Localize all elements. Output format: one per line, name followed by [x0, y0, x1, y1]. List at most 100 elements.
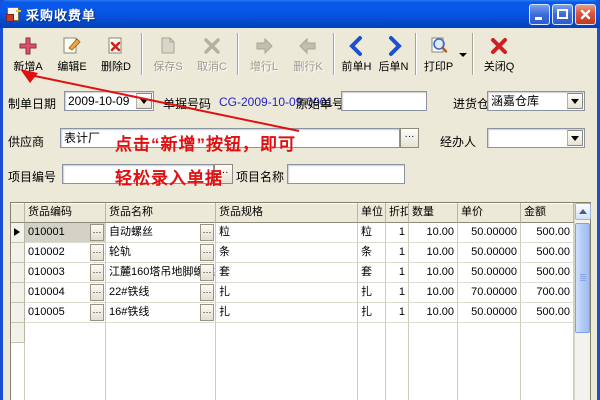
- close-button[interactable]: [575, 4, 596, 25]
- row-selector-cell[interactable]: [11, 283, 25, 303]
- table-row-empty[interactable]: [11, 323, 574, 343]
- cell-unit[interactable]: 扎: [358, 283, 386, 303]
- cell-amount[interactable]: 500.00: [521, 243, 574, 263]
- scrollbar-thumb[interactable]: [575, 223, 590, 333]
- row-selector-cell[interactable]: [11, 323, 25, 343]
- cell-discount[interactable]: 1: [386, 303, 409, 323]
- cell-qty[interactable]: 10.00: [409, 243, 458, 263]
- cell-name[interactable]: 自动螺丝 ···: [106, 223, 216, 243]
- cell-qty[interactable]: 10.00: [409, 223, 458, 243]
- project-name-input[interactable]: [287, 164, 405, 184]
- row-selector-cell[interactable]: [11, 223, 25, 243]
- cell-amount[interactable]: 500.00: [521, 303, 574, 323]
- cell-amount[interactable]: 500.00: [521, 223, 574, 243]
- cell-lookup-button[interactable]: ···: [200, 264, 214, 281]
- cell-discount[interactable]: 1: [386, 223, 409, 243]
- cell-price[interactable]: 50.00000: [458, 303, 521, 323]
- table-row[interactable]: 010005 ··· 16#铁线 ··· 扎 扎 1 10.00 50.00000 …: [11, 303, 574, 323]
- col-header-discount[interactable]: 折扣: [386, 203, 409, 223]
- toolbar-prev-button[interactable]: 前单H: [338, 30, 375, 79]
- minimize-button[interactable]: [529, 4, 550, 25]
- toolbar-new-button[interactable]: 新增A: [6, 30, 50, 79]
- row-selector-cell[interactable]: [11, 243, 25, 263]
- titlebar[interactable]: 采购收费单: [0, 0, 600, 28]
- delete-row-icon: [297, 34, 319, 58]
- cell-lookup-button[interactable]: ···: [90, 264, 104, 281]
- cell-code[interactable]: 010004 ···: [25, 283, 106, 303]
- vertical-scrollbar[interactable]: [574, 203, 591, 400]
- cell-code[interactable]: 010003 ···: [25, 263, 106, 283]
- cell-discount[interactable]: 1: [386, 283, 409, 303]
- warehouse-combobox[interactable]: 涵嘉仓库: [487, 91, 585, 111]
- cell-spec[interactable]: 粒: [216, 223, 358, 243]
- toolbar-edit-button[interactable]: 编辑E: [50, 30, 94, 79]
- toolbar-delete-button[interactable]: 删除D: [94, 30, 138, 79]
- cell-lookup-button[interactable]: ···: [200, 284, 214, 301]
- table-row[interactable]: 010001 ··· 自动螺丝 ··· 粒 粒 1 10.00 50.00000 5…: [11, 223, 574, 243]
- maximize-icon: [557, 9, 568, 19]
- cell-spec[interactable]: 扎: [216, 303, 358, 323]
- warehouse-dropdown-button[interactable]: [567, 93, 583, 109]
- cell-spec[interactable]: 扎: [216, 283, 358, 303]
- table-row[interactable]: 010003 ··· 江麓160塔吊地脚螺丝 ··· 套 套 1 10.00 50.…: [11, 263, 574, 283]
- col-header-price[interactable]: 单价: [458, 203, 521, 223]
- cell-lookup-button[interactable]: ···: [90, 284, 104, 301]
- toolbar-close-button[interactable]: 关闭Q: [477, 30, 521, 79]
- col-header-name[interactable]: 货品名称: [106, 203, 216, 223]
- cell-qty[interactable]: 10.00: [409, 283, 458, 303]
- cell-name[interactable]: 16#铁线 ···: [106, 303, 216, 323]
- cell-spec[interactable]: 条: [216, 243, 358, 263]
- cell-unit[interactable]: 条: [358, 243, 386, 263]
- cell-qty[interactable]: 10.00: [409, 263, 458, 283]
- col-header-unit[interactable]: 单位: [358, 203, 386, 223]
- orig-no-input[interactable]: [341, 91, 427, 111]
- cell-name[interactable]: 江麓160塔吊地脚螺丝 ···: [106, 263, 216, 283]
- cell-price[interactable]: 50.00000: [458, 243, 521, 263]
- cell-discount[interactable]: 1: [386, 243, 409, 263]
- table-row[interactable]: 010002 ··· 轮轨 ··· 条 条 1 10.00 50.00000 500…: [11, 243, 574, 263]
- new-plus-icon: [17, 34, 39, 58]
- toolbar-print-button[interactable]: 打印P: [420, 30, 457, 79]
- cell-amount[interactable]: 700.00: [521, 283, 574, 303]
- toolbar-edit-label: 编辑E: [57, 61, 87, 73]
- maximize-button[interactable]: [552, 4, 573, 25]
- cell-qty[interactable]: 10.00: [409, 303, 458, 323]
- cell-price[interactable]: 50.00000: [458, 223, 521, 243]
- toolbar-next-button[interactable]: 后单N: [375, 30, 412, 79]
- handler-combobox[interactable]: [487, 128, 585, 148]
- cell-lookup-button[interactable]: ···: [200, 304, 214, 321]
- col-header-amount[interactable]: 金额: [521, 203, 574, 223]
- col-header-code[interactable]: 货品编码: [25, 203, 106, 223]
- cell-code[interactable]: 010002 ···: [25, 243, 106, 263]
- cell-lookup-button[interactable]: ···: [200, 224, 214, 241]
- cell-discount[interactable]: 1: [386, 263, 409, 283]
- handler-dropdown-button[interactable]: [567, 130, 583, 146]
- cell-lookup-button[interactable]: ···: [200, 244, 214, 261]
- row-selector-cell[interactable]: [11, 263, 25, 283]
- print-dropdown-button[interactable]: [457, 30, 469, 79]
- supplier-lookup-button[interactable]: ···: [400, 128, 419, 148]
- col-header-qty[interactable]: 数量: [409, 203, 458, 223]
- cell-lookup-button[interactable]: ···: [90, 244, 104, 261]
- delete-doc-icon: [105, 34, 127, 58]
- cell-amount[interactable]: 500.00: [521, 263, 574, 283]
- col-header-spec[interactable]: 货品规格: [216, 203, 358, 223]
- cell-unit[interactable]: 扎: [358, 303, 386, 323]
- cell-name[interactable]: 轮轨 ···: [106, 243, 216, 263]
- cell-unit[interactable]: 粒: [358, 223, 386, 243]
- row-selector-cell[interactable]: [11, 303, 25, 323]
- table-row[interactable]: 010004 ··· 22#铁线 ··· 扎 扎 1 10.00 70.00000 …: [11, 283, 574, 303]
- cell-spec[interactable]: 套: [216, 263, 358, 283]
- date-dropdown-button[interactable]: [136, 93, 152, 109]
- grid-empty-area: [11, 343, 574, 400]
- cell-name[interactable]: 22#铁线 ···: [106, 283, 216, 303]
- date-combobox[interactable]: 2009-10-09: [64, 91, 154, 111]
- scroll-up-button[interactable]: [575, 203, 591, 220]
- cell-price[interactable]: 50.00000: [458, 263, 521, 283]
- cell-unit[interactable]: 套: [358, 263, 386, 283]
- cell-price[interactable]: 70.00000: [458, 283, 521, 303]
- cell-lookup-button[interactable]: ···: [90, 224, 104, 241]
- cell-code[interactable]: 010001 ···: [25, 223, 106, 243]
- cell-code[interactable]: 010005 ···: [25, 303, 106, 323]
- cell-lookup-button[interactable]: ···: [90, 304, 104, 321]
